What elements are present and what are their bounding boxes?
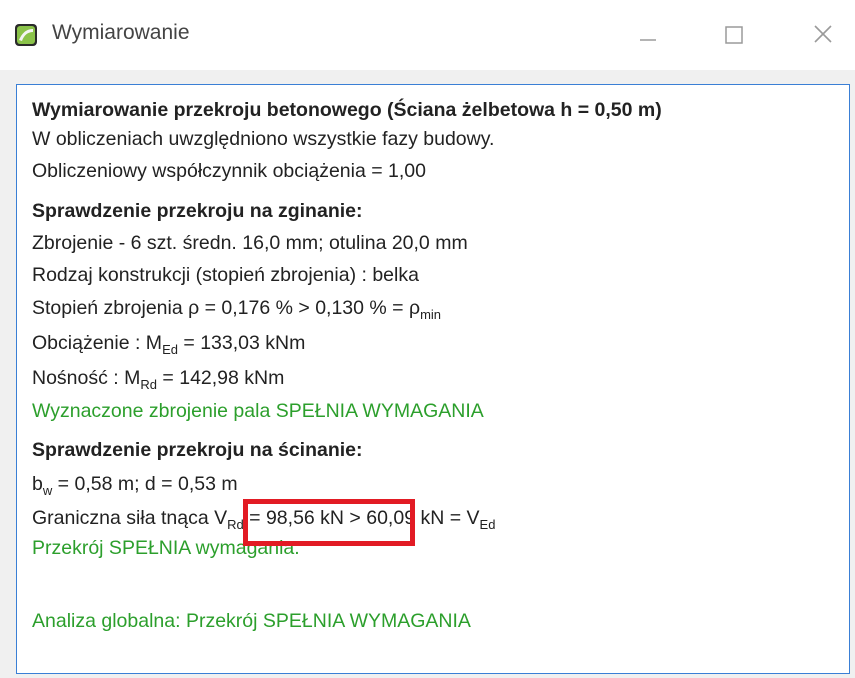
- report-heading: Wymiarowanie przekroju betonowego (Ścian…: [32, 99, 662, 121]
- close-icon[interactable]: [804, 18, 844, 54]
- bending-section-title: Sprawdzenie przekroju na zginanie:: [32, 200, 363, 222]
- load-factor: Obliczeniowy współczynnik obciążenia = 1…: [32, 160, 426, 182]
- design-moment: Obciążenie : MEd = 133,03 kNm: [32, 332, 306, 357]
- window-title: Wymiarowanie: [52, 21, 190, 44]
- dimensioning-window: Wymiarowanie Wymiarowanie przekroju beto…: [0, 0, 855, 678]
- minimize-icon[interactable]: [628, 18, 668, 54]
- construction-type: Rodzaj konstrukcji (stopień zbrojenia) :…: [32, 264, 419, 286]
- title-bar[interactable]: Wymiarowanie: [0, 0, 855, 70]
- global-result: Analiza globalna: Przekrój SPEŁNIA WYMAG…: [32, 610, 471, 632]
- maximize-icon[interactable]: [714, 18, 754, 54]
- app-icon: [15, 24, 37, 46]
- reinforcement-ratio: Stopień zbrojenia ρ = 0,176 % > 0,130 % …: [32, 297, 442, 322]
- highlight-box: [243, 499, 415, 546]
- reinforcement-text: Zbrojenie - 6 szt. średn. 16,0 mm; otuli…: [32, 232, 468, 254]
- moment-capacity: Nośność : MRd = 142,98 kNm: [32, 367, 285, 392]
- bending-result: Wyznaczone zbrojenie pala SPEŁNIA WYMAGA…: [32, 400, 484, 422]
- results-panel: Wymiarowanie przekroju betonowego (Ścian…: [16, 84, 850, 674]
- shear-geometry: bw = 0,58 m; d = 0,53 m: [32, 473, 238, 498]
- phases-note: W obliczeniach uwzględniono wszystkie fa…: [32, 128, 495, 150]
- shear-section-title: Sprawdzenie przekroju na ścinanie:: [32, 439, 363, 461]
